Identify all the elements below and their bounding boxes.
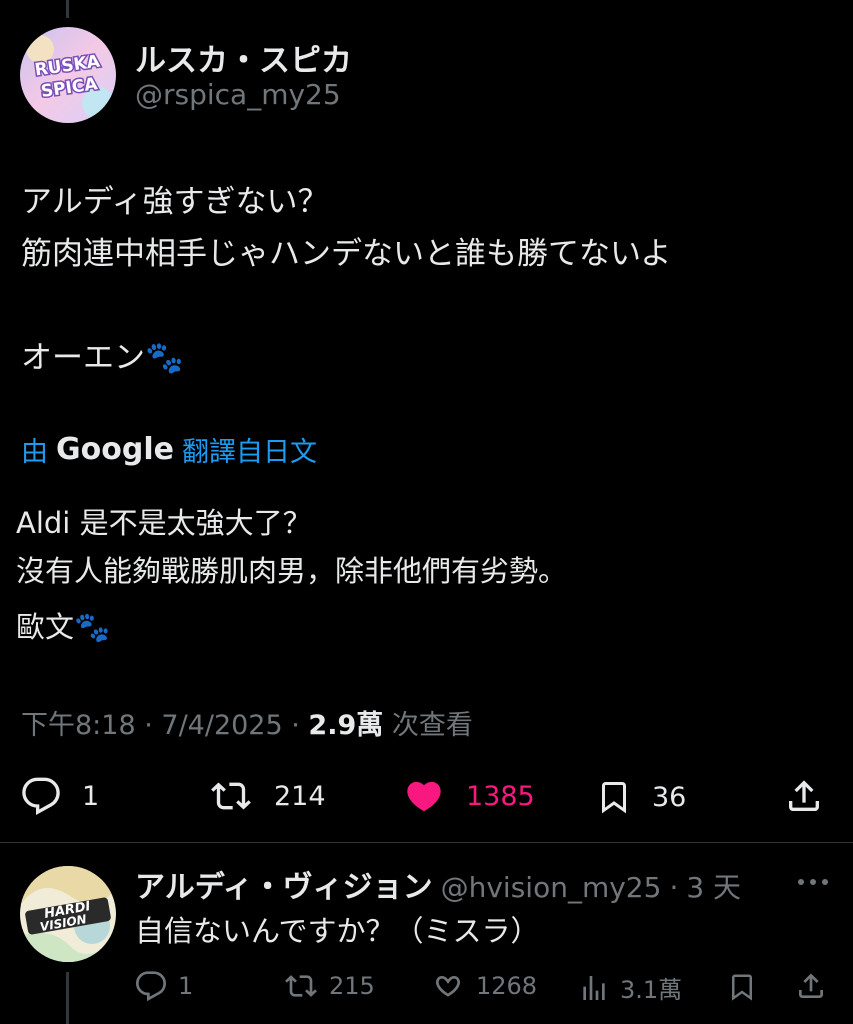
retweet-button[interactable]: 214	[208, 776, 326, 816]
view-label: 次查看	[383, 710, 473, 741]
meta-separator: ·	[282, 710, 309, 741]
share-icon	[784, 776, 824, 816]
google-logo: Google	[56, 432, 174, 467]
translation-attribution[interactable]: 由 Google 翻譯自日文	[21, 430, 317, 469]
more-icon	[796, 872, 830, 892]
tweet-date[interactable]: 7/4/2025	[161, 710, 282, 741]
reply-like-count: 1268	[476, 972, 538, 1000]
reply-time[interactable]: 3 天	[686, 866, 741, 906]
reply-button[interactable]: 1	[20, 776, 99, 816]
thread-line-top	[66, 0, 69, 18]
view-count: 2.9萬	[308, 710, 384, 741]
like-count: 1385	[466, 780, 535, 812]
reply-avatar[interactable]: HARDI VISION	[20, 866, 116, 962]
reply-views-count: 3.1萬	[620, 976, 683, 1004]
tweet-time[interactable]: 下午8:18	[21, 710, 136, 741]
retweet-icon	[208, 776, 254, 816]
reply-reply-count: 1	[178, 972, 194, 1000]
share-icon	[795, 970, 827, 1002]
author-handle[interactable]: @rspica_my25	[135, 78, 341, 111]
reply-author-name[interactable]: アルディ・ヴィジョン	[135, 862, 433, 906]
reply-text: 自信ないんですか？（ミスラ）	[135, 914, 540, 948]
views-icon	[578, 972, 610, 1004]
author-avatar[interactable]: RUSKA SPICA	[20, 27, 116, 123]
translation-prefix: 由	[21, 437, 48, 468]
translated-line: 沒有人能夠戰勝肌肉男，除非他們有劣勢。	[16, 554, 568, 588]
translated-text: Aldi 是不是太強大了？ 沒有人能夠戰勝肌肉男，除非他們有劣勢。 歐文🐾	[16, 499, 567, 651]
reply-share-button[interactable]	[795, 970, 827, 1002]
heart-icon	[402, 776, 446, 816]
divider	[0, 842, 853, 843]
reply-more-button[interactable]	[796, 872, 830, 892]
tweet-text-line	[21, 280, 671, 332]
retweet-icon	[283, 970, 319, 1002]
reply-views-button[interactable]: 3.1萬	[578, 970, 682, 1005]
reply-count: 1	[82, 780, 100, 812]
tweet-text-line: オーエン🐾	[21, 340, 184, 376]
reply-icon	[20, 776, 62, 816]
bookmark-icon	[596, 776, 632, 818]
translation-suffix: 翻譯自日文	[181, 437, 317, 468]
share-button[interactable]	[784, 776, 824, 816]
reply-author-handle[interactable]: @hvision_my25	[441, 871, 662, 904]
retweet-count: 214	[274, 780, 326, 812]
like-button[interactable]: 1385	[402, 776, 535, 816]
reply-icon	[134, 970, 168, 1002]
reply-like-button[interactable]: 1268	[430, 970, 537, 1002]
reply-bookmark-button[interactable]	[727, 970, 757, 1004]
bookmark-count: 36	[652, 781, 687, 813]
reply-header: アルディ・ヴィジョン @hvision_my25 · 3 天	[135, 862, 741, 906]
thread-line-bottom	[66, 972, 69, 1024]
translated-line: Aldi 是不是太強大了？	[16, 506, 312, 540]
reply-retweet-button[interactable]: 215	[283, 970, 375, 1002]
meta-separator: ·	[135, 710, 162, 741]
reply-retweet-count: 215	[329, 972, 375, 1000]
translated-line: 歐文🐾	[16, 610, 111, 644]
heart-icon	[430, 970, 466, 1002]
bookmark-icon	[727, 970, 757, 1004]
tweet-text-line: アルディ強すぎない？	[21, 184, 329, 220]
author-name[interactable]: ルスカ・スピカ	[135, 35, 352, 80]
tweet-text-line: 筋肉連中相手じゃハンデないと誰も勝てないよ	[21, 236, 672, 272]
tweet-meta: 下午8:18 · 7/4/2025 · 2.9萬 次查看	[21, 703, 473, 742]
tweet-text: アルディ強すぎない？ 筋肉連中相手じゃハンデないと誰も勝てないよ オーエン🐾	[21, 176, 671, 384]
reply-separator: ·	[669, 871, 679, 904]
bookmark-button[interactable]: 36	[596, 776, 686, 818]
reply-reply-button[interactable]: 1	[134, 970, 193, 1002]
